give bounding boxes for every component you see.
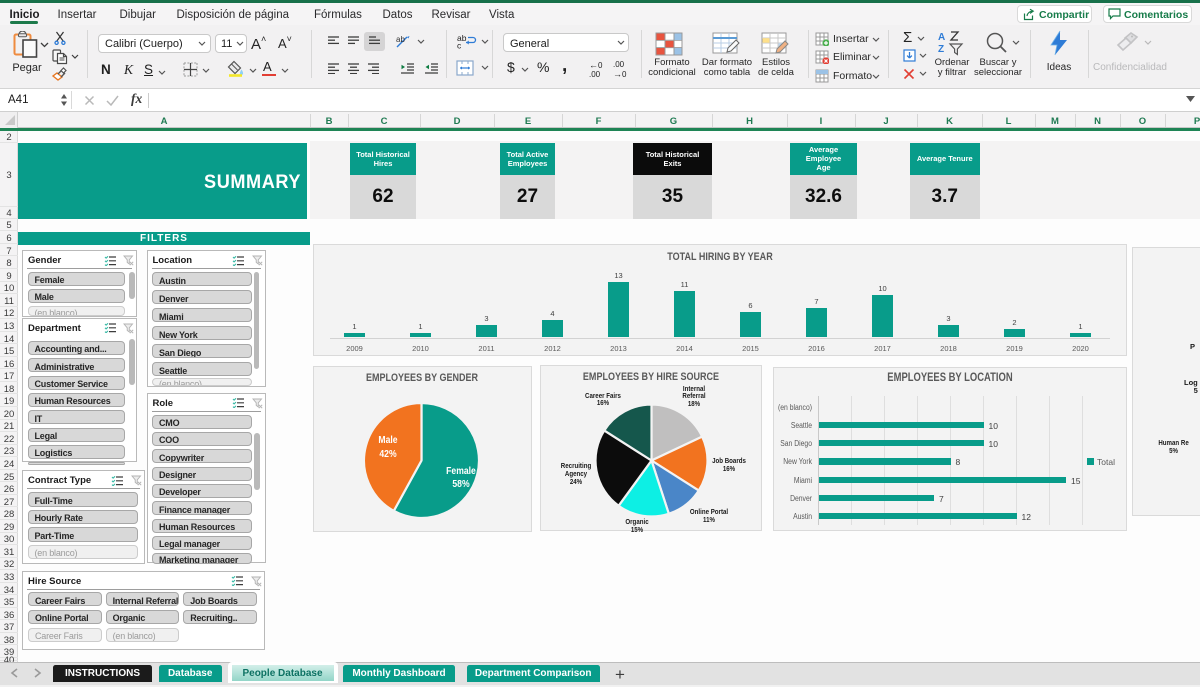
svg-text:Z: Z	[938, 44, 944, 55]
svg-text:A: A	[938, 32, 945, 43]
svg-text:ab: ab	[396, 35, 405, 44]
